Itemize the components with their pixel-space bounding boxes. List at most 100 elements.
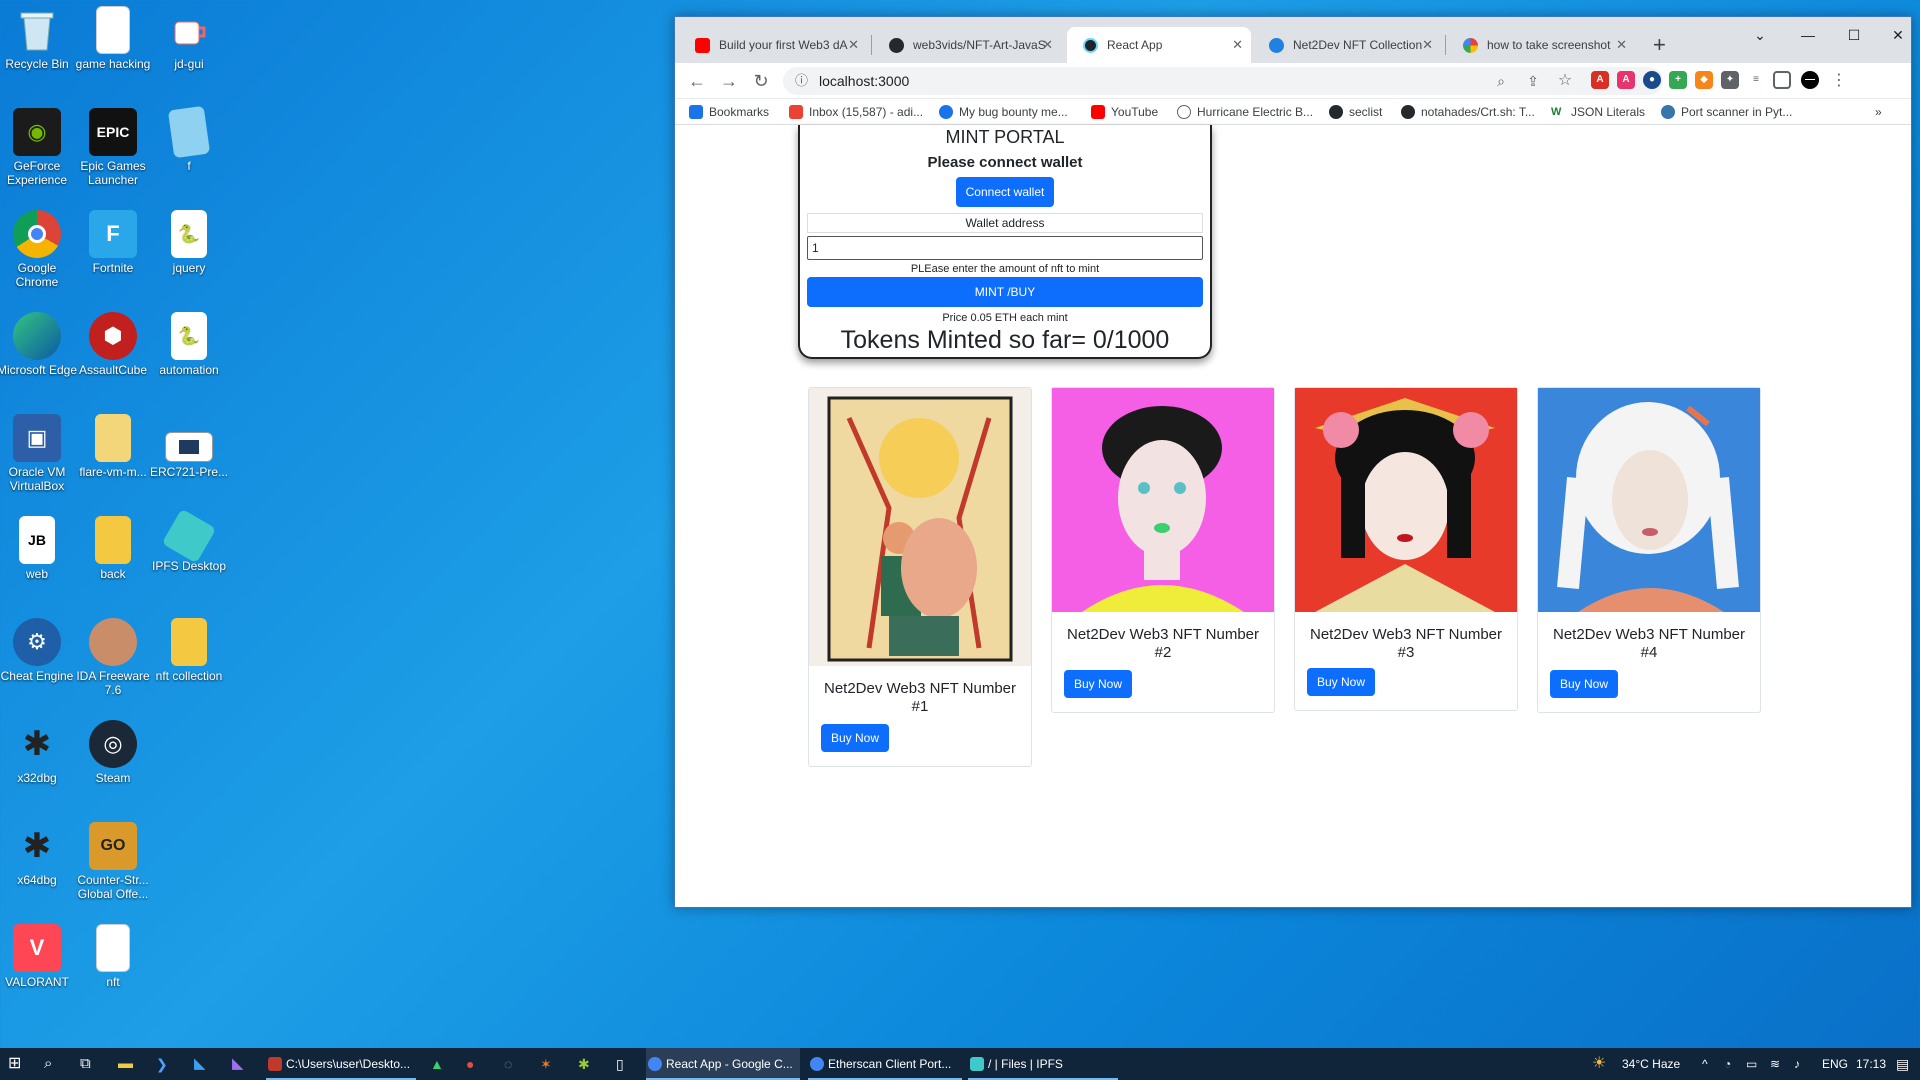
language-indicator[interactable]: ENG bbox=[1822, 1048, 1848, 1080]
desktop-icon-game-hacking[interactable]: game hacking bbox=[72, 6, 154, 71]
desktop-icon-flare-vm[interactable]: flare-vm-m... bbox=[72, 414, 154, 479]
close-window-button[interactable]: ✕ bbox=[1875, 21, 1920, 49]
desktop-icon-f[interactable]: f bbox=[148, 105, 230, 173]
desktop-icon-nft-collection[interactable]: nft collection bbox=[148, 618, 230, 683]
extension-a-icon[interactable]: A bbox=[1617, 71, 1635, 89]
reload-button[interactable]: ↻ bbox=[747, 67, 775, 95]
tab-google[interactable]: how to take screenshot ✕ bbox=[1447, 27, 1635, 63]
desktop-icon-automation[interactable]: 🐍 automation bbox=[148, 312, 230, 377]
powershell-icon[interactable]: ❯ bbox=[156, 1048, 168, 1080]
extension-globe-icon[interactable]: ● bbox=[1643, 71, 1661, 89]
taskbar-app-etherscan-chrome[interactable]: Etherscan Client Port... bbox=[808, 1048, 962, 1080]
desktop-icon-recycle-bin[interactable]: Recycle Bin bbox=[0, 6, 78, 71]
weather-icon[interactable]: ☀ bbox=[1592, 1048, 1606, 1080]
app-gear-icon[interactable]: ◌ bbox=[504, 1048, 512, 1080]
desktop-icon-csgo[interactable]: GO Counter-Str... Global Offe... bbox=[72, 822, 154, 901]
app-bird-icon[interactable]: ✶ bbox=[540, 1048, 552, 1080]
windows-start-icon[interactable]: ⊞ bbox=[8, 1048, 21, 1080]
site-info-icon[interactable]: ⓘ bbox=[795, 67, 808, 95]
adblock-icon[interactable]: A bbox=[1591, 71, 1609, 89]
tab-opensea[interactable]: Net2Dev NFT Collection ✕ bbox=[1253, 27, 1441, 63]
bookmark-json-literals[interactable]: W JSON Literals bbox=[1551, 99, 1645, 125]
extension-plus-icon[interactable]: + bbox=[1669, 71, 1687, 89]
bookmark-seclist[interactable]: seclist bbox=[1329, 99, 1382, 125]
desktop-icon-web[interactable]: JB web bbox=[0, 516, 78, 581]
new-tab-button[interactable]: + bbox=[1653, 27, 1666, 63]
desktop-icon-jd-gui[interactable]: jd-gui bbox=[148, 6, 230, 71]
extensions-puzzle-icon[interactable]: ✦ bbox=[1721, 71, 1739, 89]
side-panel-icon[interactable] bbox=[1773, 71, 1791, 89]
buy-now-button-1[interactable]: Buy Now bbox=[821, 724, 890, 752]
clock[interactable]: 17:13 bbox=[1856, 1048, 1886, 1080]
minimize-button[interactable]: — bbox=[1785, 21, 1831, 49]
android-icon[interactable]: ▲ bbox=[430, 1048, 444, 1080]
file-explorer-icon[interactable]: ▬ bbox=[118, 1048, 133, 1080]
buy-now-button-2[interactable]: Buy Now bbox=[1064, 670, 1133, 698]
share-icon[interactable]: ⇪ bbox=[1519, 67, 1547, 95]
close-icon[interactable]: ✕ bbox=[848, 27, 859, 63]
desktop-icon-ida[interactable]: IDA Freeware 7.6 bbox=[72, 618, 154, 697]
desktop-icon-nft[interactable]: nft bbox=[72, 924, 154, 989]
nft-image-2[interactable] bbox=[1052, 388, 1274, 612]
menu-kebab-icon[interactable]: ⋮ bbox=[1825, 67, 1853, 95]
mint-amount-input[interactable] bbox=[807, 236, 1203, 260]
search-icon[interactable]: ⌕ bbox=[44, 1048, 52, 1080]
app-red-icon[interactable]: ● bbox=[466, 1048, 474, 1080]
tab-youtube[interactable]: Build your first Web3 dA ✕ bbox=[679, 27, 867, 63]
taskbar-app-react-chrome[interactable]: React App - Google C... bbox=[646, 1048, 800, 1080]
desktop-icon-jquery[interactable]: 🐍 jquery bbox=[148, 210, 230, 275]
desktop-icon-epic-games[interactable]: EPIC Epic Games Launcher bbox=[72, 108, 154, 187]
desktop-icon-erc721[interactable]: ERC721-Pre... bbox=[148, 414, 230, 479]
nft-image-1[interactable] bbox=[809, 388, 1031, 666]
zoom-icon[interactable]: ⌕ bbox=[1487, 67, 1515, 95]
tray-monitor-icon[interactable]: ▭ bbox=[1746, 1048, 1757, 1080]
bookmark-inbox[interactable]: Inbox (15,587) - adi... bbox=[789, 99, 923, 125]
wifi-icon[interactable]: ≋ bbox=[1770, 1048, 1780, 1080]
bookmark-bookmarks[interactable]: Bookmarks bbox=[689, 99, 769, 125]
profile-avatar[interactable]: — bbox=[1801, 71, 1819, 89]
bookmark-crtsh[interactable]: notahades/Crt.sh: T... bbox=[1401, 99, 1535, 125]
close-icon[interactable]: ✕ bbox=[1042, 27, 1053, 63]
taskbar-app-terminal[interactable]: C:\Users\user\Deskto... bbox=[266, 1048, 416, 1080]
desktop-icon-geforce[interactable]: ◉ GeForce Experience bbox=[0, 108, 78, 187]
desktop-icon-fortnite[interactable]: F Fortnite bbox=[72, 210, 154, 275]
close-icon[interactable]: ✕ bbox=[1616, 27, 1627, 63]
tab-react-app[interactable]: React App ✕ bbox=[1067, 27, 1251, 63]
nft-image-4[interactable] bbox=[1538, 388, 1760, 612]
desktop-icon-ipfs[interactable]: IPFS Desktop bbox=[148, 508, 230, 573]
metamask-icon[interactable]: ◆ bbox=[1695, 71, 1713, 89]
bookmark-star-icon[interactable]: ☆ bbox=[1551, 67, 1579, 95]
desktop-icon-edge[interactable]: Microsoft Edge bbox=[0, 312, 78, 377]
buy-now-button-3[interactable]: Buy Now bbox=[1307, 668, 1376, 696]
tray-chevron-icon[interactable]: ^ bbox=[1702, 1048, 1708, 1080]
bookmark-bug-bounty[interactable]: My bug bounty me... bbox=[939, 99, 1068, 125]
desktop-icon-valorant[interactable]: V VALORANT bbox=[0, 924, 78, 989]
bookmarks-overflow-icon[interactable]: » bbox=[1875, 99, 1882, 125]
bookmark-youtube[interactable]: YouTube bbox=[1091, 99, 1158, 125]
maximize-button[interactable]: ☐ bbox=[1831, 21, 1877, 49]
desktop-icon-x32dbg[interactable]: ✱ x32dbg bbox=[0, 720, 78, 785]
nft-image-3[interactable] bbox=[1295, 388, 1517, 612]
volume-icon[interactable]: ♪ bbox=[1794, 1048, 1800, 1080]
back-button[interactable]: ← bbox=[683, 67, 711, 95]
desktop-icon-virtualbox[interactable]: ▣ Oracle VM VirtualBox bbox=[0, 414, 78, 493]
desktop-icon-back[interactable]: back bbox=[72, 516, 154, 581]
connect-wallet-button[interactable]: Connect wallet bbox=[955, 177, 1055, 207]
reading-list-icon[interactable]: ≡ bbox=[1747, 71, 1765, 89]
visual-studio-icon[interactable]: ◣ bbox=[232, 1048, 244, 1080]
buy-now-button-4[interactable]: Buy Now bbox=[1550, 670, 1619, 698]
desktop-icon-steam[interactable]: ◎ Steam bbox=[72, 720, 154, 785]
taskbar-app-ipfs[interactable]: / | Files | IPFS bbox=[968, 1048, 1118, 1080]
desktop-icon-assaultcube[interactable]: ⬢ AssaultCube bbox=[72, 312, 154, 377]
mint-buy-button[interactable]: MINT /BUY bbox=[807, 277, 1203, 307]
task-view-icon[interactable]: ⧉ bbox=[80, 1048, 91, 1080]
close-icon[interactable]: ✕ bbox=[1232, 27, 1243, 63]
desktop-icon-cheat-engine[interactable]: ⚙ Cheat Engine bbox=[0, 618, 78, 683]
bookmark-hurricane[interactable]: Hurricane Electric B... bbox=[1177, 99, 1313, 125]
weather-status[interactable]: 34°C Haze bbox=[1622, 1048, 1680, 1080]
bookmark-port-scanner[interactable]: Port scanner in Pyt... bbox=[1661, 99, 1792, 125]
notepad-app-icon[interactable]: ▯ bbox=[616, 1048, 624, 1080]
tab-github[interactable]: web3vids/NFT-Art-JavaS ✕ bbox=[873, 27, 1061, 63]
app-bug-icon[interactable]: ✱ bbox=[578, 1048, 590, 1080]
tab-search-button[interactable]: ⌄ bbox=[1737, 21, 1783, 49]
